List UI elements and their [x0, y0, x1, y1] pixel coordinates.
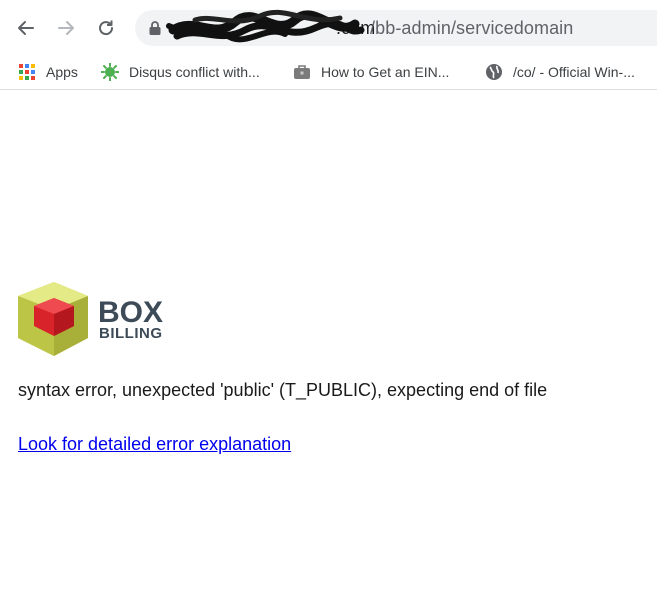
back-button[interactable] — [12, 14, 40, 42]
box-cube-icon: BOX BILLING — [18, 282, 163, 356]
url-path: /bb-admin/servicedomain — [370, 18, 574, 38]
bookmark-apps[interactable]: Apps — [18, 60, 78, 84]
back-arrow-icon — [18, 21, 34, 35]
browser-toolbar: .com /bb-admin/servicedomain — [0, 0, 657, 56]
reload-icon — [99, 20, 114, 36]
bookmark-label: /co/ - Official Win-... — [513, 64, 635, 80]
apps-grid-icon — [18, 63, 36, 81]
bookmark-label: Disqus conflict with... — [129, 64, 260, 80]
bookmarks-bar: Apps Disqus conflict with... How to Get … — [0, 56, 657, 90]
logo-line2: BILLING — [99, 325, 163, 342]
redaction-scribble — [166, 9, 365, 43]
bookmark-ein[interactable]: How to Get an EIN... — [293, 60, 449, 84]
forward-arrow-icon — [58, 21, 74, 35]
bookmark-disqus[interactable]: Disqus conflict with... — [101, 60, 260, 84]
green-gear-icon — [101, 63, 119, 81]
forward-button[interactable] — [52, 14, 80, 42]
boxbilling-logo: BOX BILLING — [18, 282, 182, 358]
bookmark-label: How to Get an EIN... — [321, 64, 450, 80]
bookmark-co[interactable]: /co/ - Official Win-... — [485, 60, 635, 84]
error-message: syntax error, unexpected 'public' (T_PUB… — [18, 380, 548, 400]
lock-icon — [149, 21, 161, 35]
error-explanation-link[interactable]: Look for detailed error explanation — [18, 434, 291, 455]
bookmark-label: Apps — [46, 64, 78, 80]
reload-button[interactable] — [92, 14, 120, 42]
briefcase-icon — [293, 63, 311, 81]
globe-icon — [485, 63, 503, 81]
